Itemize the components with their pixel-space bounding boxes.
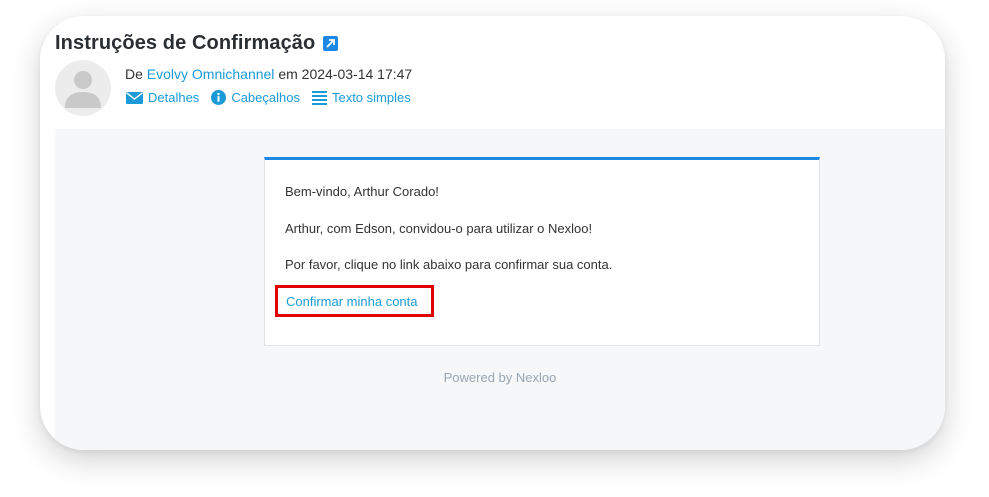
- details-link[interactable]: Detalhes: [126, 90, 199, 105]
- greeting-text: Bem-vindo, Arthur Corado!: [285, 184, 439, 199]
- lines-icon: [311, 90, 327, 105]
- plain-text-label: Texto simples: [331, 90, 411, 105]
- plain-text-link[interactable]: Texto simples: [311, 90, 411, 105]
- sender-avatar: [55, 60, 111, 116]
- date-prefix: em: [278, 66, 298, 82]
- from-prefix: De: [125, 66, 143, 82]
- sender-line: De Evolvy Omnichannel em 2024-03-14 17:4…: [125, 66, 412, 82]
- confirm-account-link[interactable]: Confirmar minha conta: [275, 285, 434, 317]
- open-external-icon[interactable]: [323, 35, 339, 51]
- envelope-icon: [126, 91, 143, 104]
- email-subject: Instruções de Confirmação: [55, 31, 316, 54]
- email-body-area: Bem-vindo, Arthur Corado! Arthur, com Ed…: [55, 129, 945, 450]
- sender-link[interactable]: Evolvy Omnichannel: [147, 66, 275, 82]
- email-actions: Detalhes Cabeçalhos Texto simples: [126, 90, 423, 105]
- email-datetime: 2024-03-14 17:47: [301, 66, 413, 82]
- email-message-box: Bem-vindo, Arthur Corado! Arthur, com Ed…: [264, 157, 820, 346]
- powered-by-footer: Powered by Nexloo: [443, 370, 557, 385]
- info-icon: [211, 90, 227, 105]
- headers-link[interactable]: Cabeçalhos: [211, 90, 300, 105]
- email-viewer-card: Instruções de Confirmação De Evolvy Omni…: [40, 16, 945, 450]
- invite-text: Arthur, com Edson, convidou-o para utili…: [285, 221, 593, 236]
- details-label: Detalhes: [148, 90, 200, 105]
- headers-label: Cabeçalhos: [231, 90, 300, 105]
- subject-row: Instruções de Confirmação: [55, 30, 339, 56]
- instruction-text: Por favor, clique no link abaixo para co…: [285, 257, 613, 272]
